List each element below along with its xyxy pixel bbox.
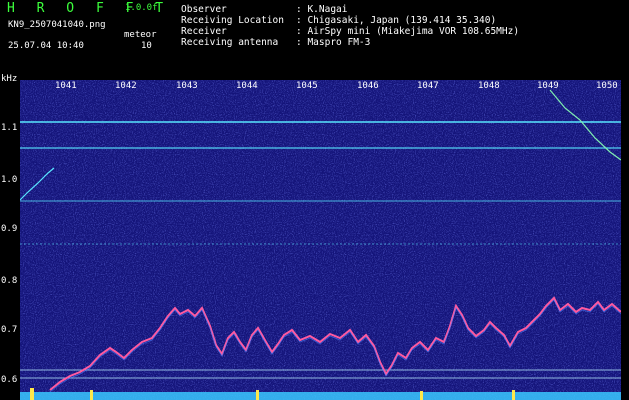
receiver-label: Receiver bbox=[181, 26, 227, 37]
waterfall-spectrogram bbox=[20, 80, 621, 400]
x-tick: 1048 bbox=[478, 81, 500, 91]
y-tick: 0.9 bbox=[1, 224, 18, 234]
datetime-label: 25.07.04 10:40 bbox=[8, 41, 84, 51]
noise-layer bbox=[20, 80, 621, 400]
y-axis-unit: kHz bbox=[1, 74, 18, 84]
antenna-label: Receiving antenna bbox=[181, 37, 279, 48]
bottom-noise-band bbox=[20, 392, 621, 400]
x-tick: 1049 bbox=[537, 81, 559, 91]
x-tick: 1047 bbox=[417, 81, 439, 91]
version-label: 1.0.0f bbox=[125, 3, 158, 13]
y-tick: 0.6 bbox=[1, 375, 18, 385]
y-tick: 0.8 bbox=[1, 276, 18, 286]
meteor-count: 10 bbox=[141, 41, 152, 51]
spectrogram-canvas bbox=[20, 80, 621, 400]
y-axis: kHz 1.1 1.0 0.9 0.8 0.7 0.6 bbox=[0, 72, 20, 400]
x-tick: 1045 bbox=[296, 81, 318, 91]
meteor-label: meteor bbox=[124, 30, 157, 40]
x-tick: 1044 bbox=[236, 81, 258, 91]
meteor-marker bbox=[512, 390, 515, 400]
y-tick: 1.1 bbox=[1, 123, 18, 133]
location-value: : Chigasaki, Japan (139.414 35.340) bbox=[296, 15, 497, 26]
x-tick: 1043 bbox=[176, 81, 198, 91]
location-label: Receiving Location bbox=[181, 15, 284, 26]
filename-label: KN9_2507041040.png bbox=[8, 20, 106, 30]
meteor-marker bbox=[30, 388, 34, 400]
observer-value: : K.Nagai bbox=[296, 4, 348, 15]
header-panel: H R O F F T 1.0.0f KN9_2507041040.png me… bbox=[0, 0, 629, 72]
x-tick: 1050 bbox=[596, 81, 618, 91]
x-tick: 1046 bbox=[357, 81, 379, 91]
observer-label: Observer bbox=[181, 4, 227, 15]
x-tick: 1041 bbox=[55, 81, 77, 91]
meteor-marker bbox=[256, 390, 259, 400]
receiver-value: : AirSpy mini (Miakejima VOR 108.65MHz) bbox=[296, 26, 520, 37]
x-tick: 1042 bbox=[115, 81, 137, 91]
y-tick: 0.7 bbox=[1, 325, 18, 335]
y-tick: 1.0 bbox=[1, 175, 18, 185]
meteor-marker bbox=[90, 390, 93, 400]
meteor-marker bbox=[420, 391, 423, 400]
antenna-value: : Maspro FM-3 bbox=[296, 37, 371, 48]
